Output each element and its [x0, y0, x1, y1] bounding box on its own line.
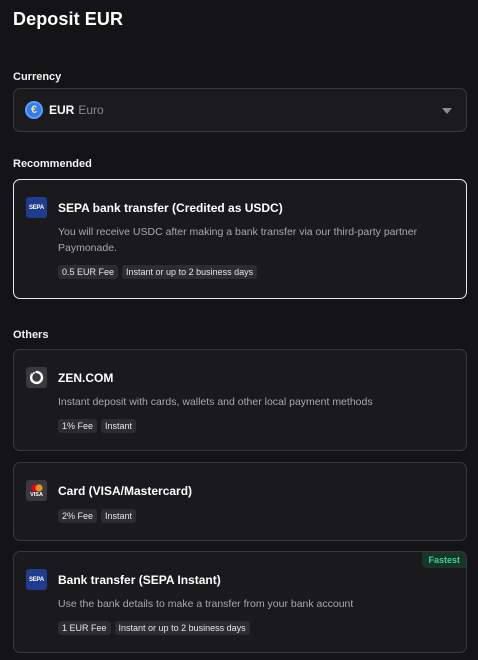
visa-text: VISA: [30, 491, 43, 498]
euro-coin-icon: €: [25, 101, 43, 119]
payment-method-tags: 2% Fee Instant: [58, 509, 137, 523]
deposit-page: Deposit EUR Currency € EUR Euro Recommen…: [0, 0, 478, 660]
payment-method-card[interactable]: VISA Card (VISA/Mastercard) 2% Fee Insta…: [13, 462, 467, 541]
recommended-label: Recommended: [13, 158, 92, 170]
payment-method-tags: 1% Fee Instant: [58, 419, 137, 433]
fastest-badge: Fastest: [422, 552, 466, 568]
currency-label: Currency: [13, 71, 62, 83]
payment-method-title: SEPA bank transfer (Credited as USDC): [58, 201, 283, 215]
visa-mastercard-logo-icon: VISA: [26, 480, 47, 501]
currency-name: Euro: [78, 103, 104, 117]
fee-tag: 2% Fee: [58, 509, 98, 523]
payment-method-tags: 1 EUR Fee Instant or up to 2 business da…: [58, 621, 250, 635]
payment-method-description: Use the bank details to make a transfer …: [58, 598, 354, 610]
payment-method-description: You will receive USDC after making a ban…: [58, 226, 418, 254]
page-title: Deposit EUR: [13, 9, 124, 29]
others-label: Others: [13, 329, 49, 341]
sepa-logo-text: SEPA: [28, 204, 45, 211]
payment-method-tags: 0.5 EUR Fee Instant or up to 2 business …: [58, 265, 258, 279]
speed-tag: Instant: [101, 419, 137, 433]
sepa-logo-icon: SEPA: [26, 569, 47, 590]
payment-method-title: ZEN.COM: [58, 371, 114, 385]
currency-select[interactable]: € EUR Euro: [13, 88, 467, 132]
speed-tag: Instant or up to 2 business days: [122, 265, 258, 279]
sepa-logo-icon: SEPA: [26, 197, 47, 218]
chevron-down-icon: [442, 108, 452, 114]
payment-method-title: Card (VISA/Mastercard): [58, 484, 193, 498]
zen-ring-icon: [29, 370, 44, 385]
payment-method-zen[interactable]: ZEN.COM Instant deposit with cards, wall…: [13, 349, 467, 451]
zen-logo-icon: [26, 367, 47, 388]
mastercard-icon: [30, 483, 43, 492]
sepa-logo-text: SEPA: [28, 576, 45, 583]
currency-code: EUR: [49, 103, 75, 117]
payment-method-sepa-instant[interactable]: Fastest SEPA Bank transfer (SEPA Instant…: [13, 551, 467, 653]
fee-tag: 1% Fee: [58, 419, 98, 433]
payment-method-title: Bank transfer (SEPA Instant): [58, 573, 221, 587]
fee-tag: 0.5 EUR Fee: [58, 265, 119, 279]
fee-tag: 1 EUR Fee: [58, 621, 111, 635]
speed-tag: Instant: [101, 509, 137, 523]
payment-method-sepa-usdc[interactable]: SEPA SEPA bank transfer (Credited as USD…: [13, 179, 467, 299]
speed-tag: Instant or up to 2 business days: [114, 621, 250, 635]
payment-method-description: Instant deposit with cards, wallets and …: [58, 396, 373, 408]
